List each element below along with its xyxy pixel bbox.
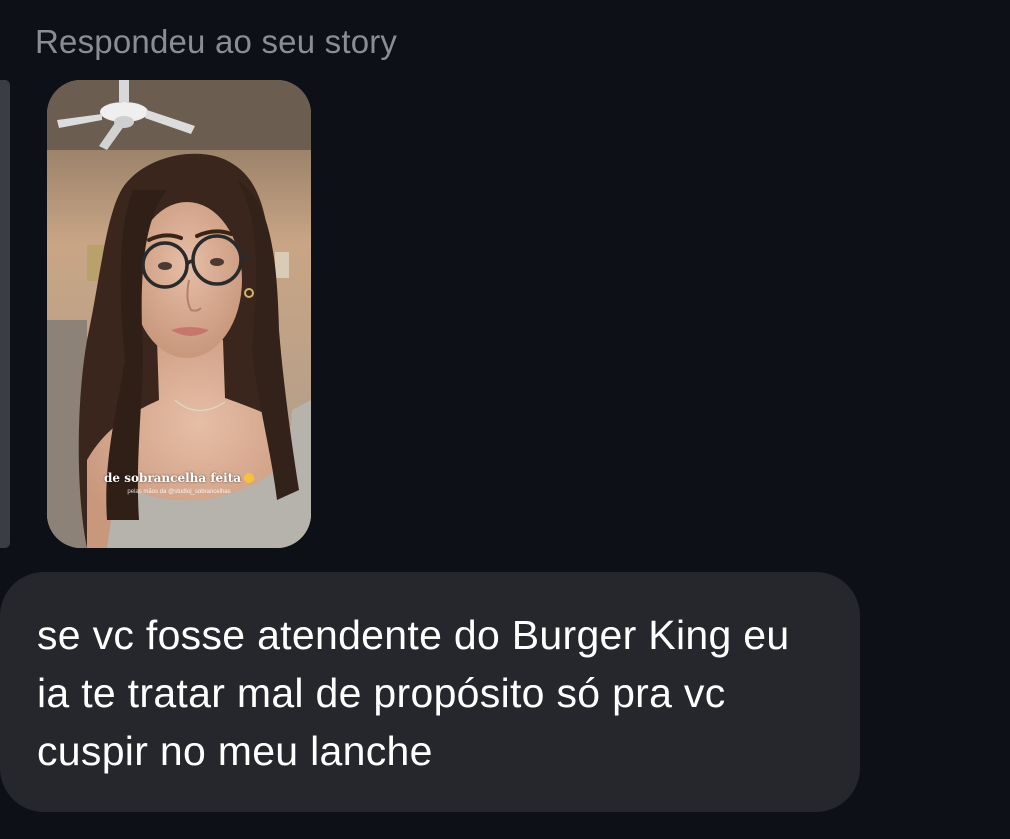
- message-text: se vc fosse atendente do Burger King eu …: [37, 612, 790, 774]
- reply-quote-bar: [0, 80, 10, 548]
- reply-context-label: Respondeu ao seu story: [35, 23, 398, 60]
- relieved-face-emoji-icon: [244, 473, 255, 483]
- story-thumbnail[interactable]: de sobrancelha feita pelas mãos da @stud…: [47, 80, 311, 548]
- message-bubble[interactable]: se vc fosse atendente do Burger King eu …: [0, 572, 860, 812]
- story-caption: de sobrancelha feita: [47, 471, 311, 485]
- story-caption-text: de sobrancelha feita: [103, 471, 242, 485]
- story-subcaption: pelas mãos da @studioj_sobrancelhas: [127, 489, 231, 495]
